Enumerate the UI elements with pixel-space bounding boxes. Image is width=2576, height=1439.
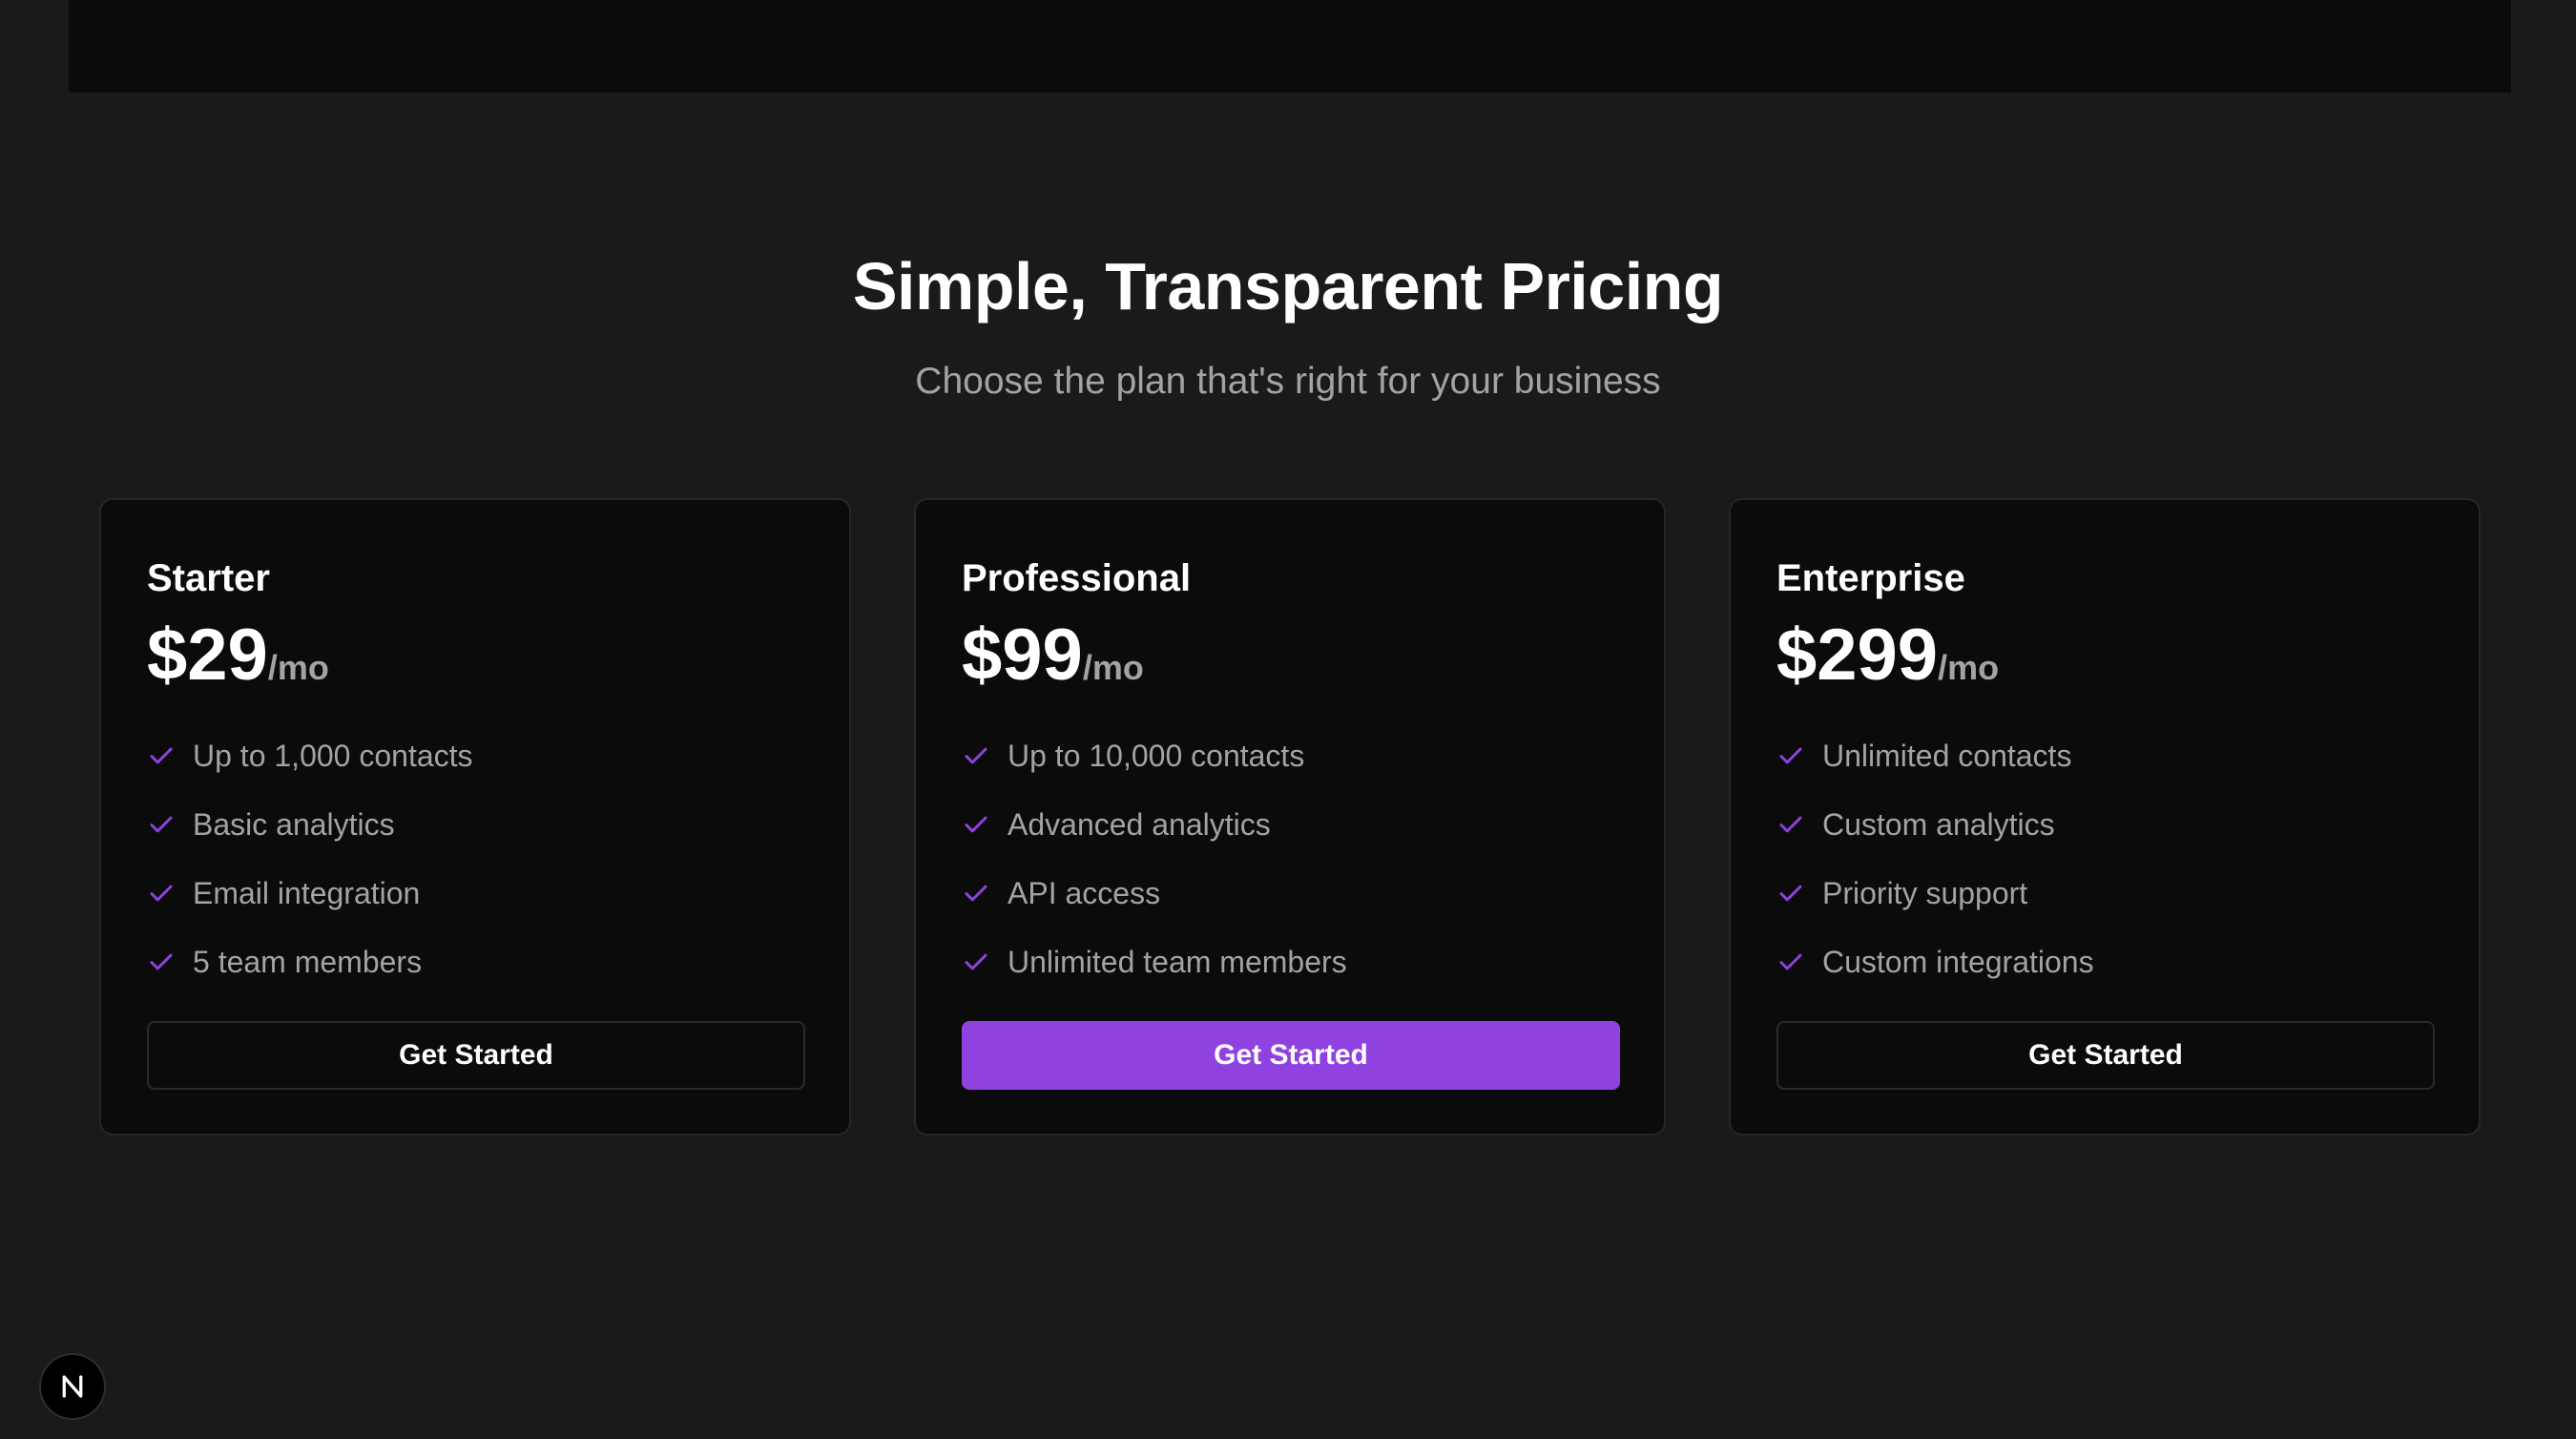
feature-item: Advanced analytics xyxy=(962,790,1347,859)
check-icon xyxy=(1776,810,1805,839)
feature-item: Up to 1,000 contacts xyxy=(147,721,473,790)
check-icon xyxy=(962,948,990,976)
feature-text: Priority support xyxy=(1822,875,2028,910)
check-icon xyxy=(147,879,176,907)
plan-name: Starter xyxy=(147,557,270,599)
check-icon xyxy=(962,741,990,770)
check-icon xyxy=(147,810,176,839)
plan-price: $99/mo xyxy=(962,613,1144,699)
plan-price: $299/mo xyxy=(1776,613,1999,699)
page-subtitle: Choose the plan that's right for your bu… xyxy=(915,361,1661,402)
plan-name: Enterprise xyxy=(1776,557,1965,599)
price-amount: $299 xyxy=(1776,615,1939,696)
price-period: /mo xyxy=(267,648,329,687)
feature-list: Up to 10,000 contacts Advanced analytics… xyxy=(962,721,1347,996)
feature-item: Up to 10,000 contacts xyxy=(962,721,1347,790)
feature-text: Up to 1,000 contacts xyxy=(193,738,473,773)
get-started-button-enterprise[interactable]: Get Started xyxy=(1776,1021,2435,1090)
page-title: Simple, Transparent Pricing xyxy=(852,249,1724,323)
n-logo-icon[interactable] xyxy=(39,1353,106,1420)
plan-card-enterprise: Enterprise $299/mo Unlimited contacts Cu… xyxy=(1729,498,2481,1136)
feature-item: Priority support xyxy=(1776,859,2094,928)
price-period: /mo xyxy=(1082,648,1144,687)
feature-list: Unlimited contacts Custom analytics Prio… xyxy=(1776,721,2094,996)
plan-card-starter: Starter $29/mo Up to 1,000 contacts Basi… xyxy=(99,498,851,1136)
check-icon xyxy=(147,948,176,976)
check-icon xyxy=(962,810,990,839)
check-icon xyxy=(962,879,990,907)
check-icon xyxy=(1776,741,1805,770)
price-amount: $29 xyxy=(147,615,268,696)
top-bar xyxy=(69,0,2511,93)
feature-item: Basic analytics xyxy=(147,790,473,859)
get-started-button-professional[interactable]: Get Started xyxy=(962,1021,1620,1090)
plan-card-professional: Professional $99/mo Up to 10,000 contact… xyxy=(914,498,1666,1136)
check-icon xyxy=(1776,948,1805,976)
feature-text: Unlimited team members xyxy=(1008,944,1347,979)
feature-item: Unlimited contacts xyxy=(1776,721,2094,790)
feature-text: Unlimited contacts xyxy=(1822,738,2072,773)
feature-text: 5 team members xyxy=(193,944,423,979)
feature-text: Advanced analytics xyxy=(1008,806,1271,842)
feature-item: Custom analytics xyxy=(1776,790,2094,859)
get-started-button-starter[interactable]: Get Started xyxy=(147,1021,805,1090)
feature-item: 5 team members xyxy=(147,928,473,996)
feature-text: Custom analytics xyxy=(1822,806,2055,842)
plan-name: Professional xyxy=(962,557,1192,599)
check-icon xyxy=(147,741,176,770)
price-amount: $99 xyxy=(962,615,1083,696)
pricing-page: Simple, Transparent Pricing Choose the p… xyxy=(0,0,2576,1439)
feature-text: API access xyxy=(1008,875,1161,910)
feature-text: Up to 10,000 contacts xyxy=(1008,738,1305,773)
check-icon xyxy=(1776,879,1805,907)
feature-item: API access xyxy=(962,859,1347,928)
feature-list: Up to 1,000 contacts Basic analytics Ema… xyxy=(147,721,473,996)
feature-item: Custom integrations xyxy=(1776,928,2094,996)
pricing-cards: Starter $29/mo Up to 1,000 contacts Basi… xyxy=(99,498,2481,1137)
feature-item: Email integration xyxy=(147,859,473,928)
feature-text: Custom integrations xyxy=(1822,944,2094,979)
price-period: /mo xyxy=(1938,648,2000,687)
feature-item: Unlimited team members xyxy=(962,928,1347,996)
feature-text: Basic analytics xyxy=(193,806,395,842)
plan-price: $29/mo xyxy=(147,613,329,699)
feature-text: Email integration xyxy=(193,875,421,910)
